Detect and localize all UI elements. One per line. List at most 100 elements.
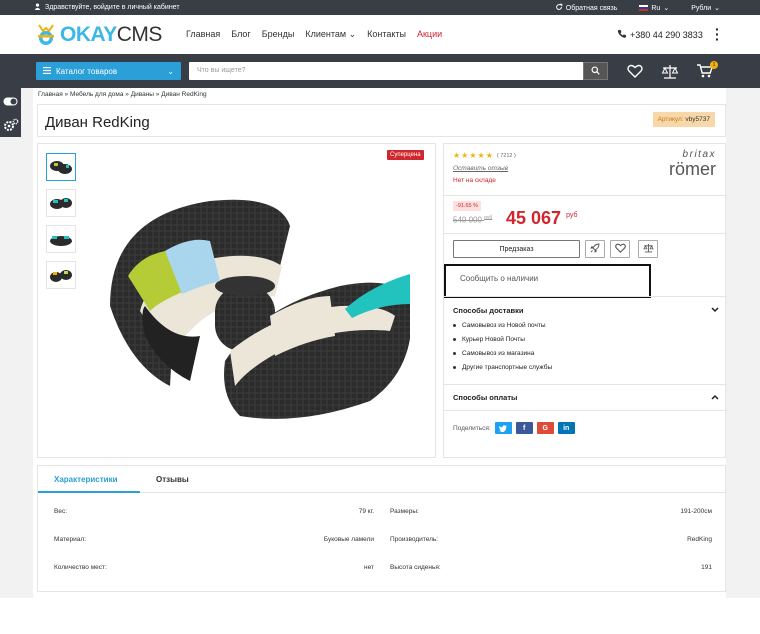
language-label: Ru	[651, 4, 661, 12]
spec-row: Материал: Буковые ламели	[54, 536, 374, 543]
payment-accordion-header[interactable]: Способы оплаты	[453, 393, 719, 402]
add-to-compare-button[interactable]	[638, 240, 658, 258]
list-item: Самовывоз из Новой почты	[453, 318, 552, 332]
twitter-share-button[interactable]	[494, 422, 512, 434]
linkedin-share-button[interactable]: in	[557, 422, 575, 434]
language-selector[interactable]: Ru ⌄	[639, 4, 669, 12]
spec-label: Вес:	[54, 508, 68, 515]
gallery-thumb[interactable]	[46, 189, 76, 217]
star-icon: ★	[477, 151, 485, 160]
product-image[interactable]	[90, 186, 410, 436]
user-icon	[34, 3, 41, 12]
delivery-option: Самовывоз из магазина	[462, 349, 535, 357]
leave-review-link[interactable]: Оставить отзыв	[453, 165, 508, 172]
google-share-button[interactable]: G	[536, 422, 554, 434]
bullet-icon	[453, 337, 456, 341]
currency-label: Рубли	[691, 4, 712, 12]
nav-item-home[interactable]: Главная	[186, 29, 220, 40]
search-button[interactable]	[583, 62, 608, 80]
logo[interactable]: OKAY CMS	[36, 23, 162, 47]
product-tabs: Характеристики Отзывы Вес: 79 кг. Размер…	[37, 465, 726, 592]
cart-count-badge: 1	[710, 61, 718, 69]
tab-reviews[interactable]: Отзывы	[156, 475, 189, 484]
discount-badge: -91.65 %	[453, 201, 482, 211]
gallery-thumb[interactable]	[46, 261, 76, 289]
catalog-button[interactable]: Каталог товаров ⌄	[36, 62, 181, 80]
wishlist-icon[interactable]	[626, 62, 644, 80]
delivery-title: Способы доставки	[453, 306, 524, 315]
compare-icon[interactable]	[661, 62, 679, 80]
old-price: 540 000 руб	[453, 215, 492, 225]
nav-item-contacts[interactable]: Контакты	[367, 29, 406, 40]
breadcrumb: Главная » Мебель для дома » Диваны » Див…	[38, 91, 207, 98]
gallery-thumb[interactable]	[46, 153, 76, 181]
old-price-currency: руб	[484, 215, 493, 221]
tab-bar: Характеристики Отзывы	[38, 466, 725, 493]
catalog-label: Каталог товаров	[56, 66, 118, 76]
settings-gear-icon[interactable]	[0, 114, 21, 136]
breadcrumb-item-sofas[interactable]: Диваны	[131, 91, 154, 98]
cart-icon[interactable]: 1	[696, 61, 718, 80]
login-text: Здравствуйте, войдите в личный кабинет	[45, 4, 180, 11]
russia-flag-icon	[639, 5, 649, 11]
spec-label: Количество мест:	[54, 564, 107, 571]
nav-item-blog[interactable]: Блог	[231, 29, 250, 40]
nav-item-brands[interactable]: Бренды	[262, 29, 295, 40]
bullet-icon	[453, 323, 456, 327]
toggle-icon[interactable]	[0, 90, 21, 112]
nav-item-clients-label: Клиентам	[305, 29, 347, 39]
top-bar: Здравствуйте, войдите в личный кабинет О…	[0, 0, 760, 15]
phone-number: +380 44 290 3833	[630, 29, 703, 40]
divider	[444, 195, 727, 196]
callback-label: Обратная связь	[565, 4, 618, 12]
add-to-wishlist-button[interactable]	[610, 240, 630, 258]
breadcrumb-item-furniture[interactable]: Мебель для дома	[70, 91, 123, 98]
rating: ★ ★ ★ ★ ★ ( 7212 )	[453, 151, 516, 160]
facebook-share-button[interactable]: f	[515, 422, 533, 434]
logo-text-okay: OKAY	[60, 23, 117, 46]
currency-selector[interactable]: Рубли ⌄	[691, 4, 720, 13]
spec-value: нет	[364, 564, 374, 571]
brand-logo[interactable]: britax römer	[656, 150, 716, 179]
search-input[interactable]: Что вы ищете?	[189, 62, 583, 80]
divider	[444, 296, 727, 297]
notify-availability-button[interactable]: Сообщить о наличии	[444, 264, 651, 298]
sku-value: vby5737	[685, 116, 710, 123]
delivery-list: Самовывоз из Новой почты Курьер Новой По…	[453, 318, 552, 374]
breadcrumb-item-home[interactable]: Главная	[38, 91, 63, 98]
spec-row: Размеры: 191-200см	[390, 508, 712, 515]
phone-link[interactable]: +380 44 290 3833	[617, 29, 703, 40]
spec-row: Количество мест: нет	[54, 564, 374, 571]
more-menu-icon[interactable]: · · ·	[715, 22, 720, 46]
nav-item-clients[interactable]: Клиентам ⌄	[305, 29, 356, 40]
google-icon: G	[542, 424, 548, 432]
quick-buy-button[interactable]	[585, 240, 605, 258]
chevron-down-icon	[711, 306, 719, 315]
scales-icon	[642, 240, 654, 258]
linkedin-icon: in	[563, 424, 570, 432]
facebook-icon: f	[523, 424, 526, 432]
nav-item-promo[interactable]: Акции	[417, 29, 442, 40]
login-link[interactable]: Здравствуйте, войдите в личный кабинет	[34, 3, 180, 12]
spec-label: Производитель:	[390, 536, 439, 543]
brand-logo-bottom: römer	[668, 159, 716, 179]
product-info-panel: ★ ★ ★ ★ ★ ( 7212 ) Оставить отзыв Нет на…	[443, 143, 727, 458]
product-gallery: Суперцена	[37, 143, 436, 458]
divider	[444, 410, 727, 411]
tab-features[interactable]: Характеристики	[54, 475, 118, 484]
footer-spacer	[0, 598, 760, 634]
search-bar: Каталог товаров ⌄ Что вы ищете? 1	[0, 54, 760, 88]
star-icon: ★	[453, 151, 461, 160]
preorder-button[interactable]: Предзаказ	[453, 240, 580, 258]
gallery-thumb[interactable]	[46, 225, 76, 253]
spec-value: RedKing	[687, 536, 712, 543]
search-icon	[591, 62, 600, 80]
bullet-icon	[453, 365, 456, 369]
callback-link[interactable]: Обратная связь	[555, 3, 618, 13]
price: 45 067 руб	[506, 208, 577, 229]
delivery-accordion-header[interactable]: Способы доставки	[453, 306, 719, 315]
spec-row: Производитель: RedKing	[390, 536, 712, 543]
rating-count: ( 7212 )	[496, 152, 516, 159]
refresh-icon	[555, 3, 563, 13]
share-label: Поделиться:	[453, 424, 491, 432]
